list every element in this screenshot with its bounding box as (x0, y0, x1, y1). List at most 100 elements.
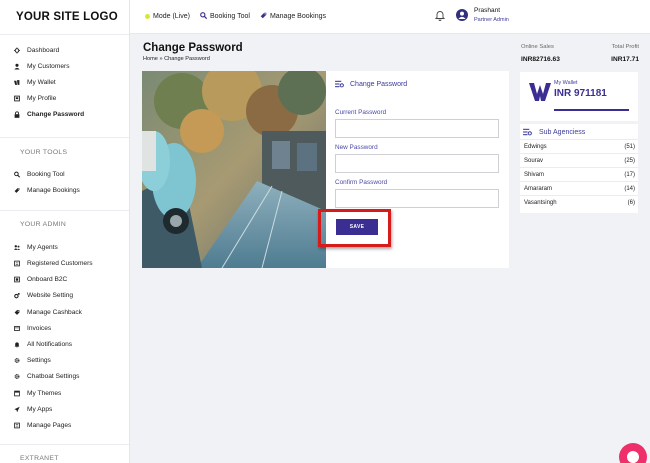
sidebar-item-label: My Themes (27, 389, 62, 397)
agency-count: (14) (624, 185, 635, 192)
list-item[interactable]: Edwings (51) (520, 139, 638, 153)
total-profit-value: INR17.71 (611, 56, 639, 63)
bell-icon (14, 342, 20, 348)
new-password-input[interactable] (335, 154, 499, 173)
sidebar-item-label: My Apps (27, 405, 53, 413)
confirm-password-label: Confirm Password (335, 179, 388, 186)
sidebar-item-my-customers[interactable]: My Customers (0, 58, 129, 74)
list-item[interactable]: Vasantsingh (6) (520, 195, 638, 209)
confirm-password-input[interactable] (335, 189, 499, 208)
agency-count: (51) (624, 143, 635, 150)
sub-agencies-title: Sub Agenciess (539, 128, 586, 136)
online-sales-label: Online Sales (521, 44, 554, 50)
agency-count: (25) (624, 157, 635, 164)
current-password-input[interactable] (335, 119, 499, 138)
tag-icon (14, 187, 20, 193)
users-icon (14, 244, 20, 250)
pages-icon (14, 422, 20, 429)
mode-label: Mode (Live) (153, 13, 190, 20)
list-settings-icon (523, 128, 532, 136)
sidebar-item-my-wallet[interactable]: My Wallet (0, 74, 129, 90)
sidebar-item-label: Chatboat Settings (27, 373, 80, 381)
live-status-dot (145, 14, 150, 19)
sidebar-item-label: Onboard B2C (27, 276, 68, 284)
sidebar-item-label: Registered Customers (27, 260, 93, 268)
registered-icon (14, 260, 20, 267)
wallet-label: My Wallet (554, 80, 578, 86)
sidebar-item-booking-tool[interactable]: Booking Tool (0, 166, 129, 182)
chat-icon (14, 374, 20, 380)
site-logo[interactable]: YOUR SITE LOGO (0, 0, 129, 34)
list-item[interactable]: Shivam (17) (520, 167, 638, 181)
list-item[interactable]: Amararam (14) (520, 181, 638, 195)
dashboard-icon (14, 47, 20, 54)
sidebar-item-registered-customers[interactable]: Registered Customers (0, 256, 129, 272)
user-name[interactable]: Prashant (474, 7, 500, 14)
user-role: Partner Admin (474, 17, 509, 23)
sidebar-item-label: Manage Cashback (27, 308, 82, 316)
onboard-icon (14, 276, 20, 283)
cashback-icon (14, 309, 20, 315)
agency-name: Edwings (524, 143, 547, 150)
user-icon (14, 63, 20, 70)
agency-count: (6) (627, 199, 635, 206)
new-password-label: New Password (335, 144, 378, 151)
sidebar-item-chatboat-settings[interactable]: Chatboat Settings (0, 369, 129, 385)
wallet-logo-icon (529, 83, 551, 103)
sidebar-item-label: My Wallet (27, 78, 56, 86)
sidebar-item-all-notifications[interactable]: All Notifications (0, 336, 129, 352)
sidebar-item-label: Manage Pages (27, 421, 72, 429)
section-title-admin: YOUR ADMIN (20, 221, 67, 229)
sidebar-item-invoices[interactable]: Invoices (0, 320, 129, 336)
wallet-card[interactable]: My Wallet INR 971181 (520, 72, 638, 121)
section-title-extranet: EXTRANET (20, 454, 59, 462)
agency-name: Amararam (524, 185, 553, 192)
themes-icon (14, 390, 20, 396)
wallet-underline (554, 109, 629, 111)
page-title: Change Password (143, 42, 243, 54)
sidebar-item-my-profile[interactable]: My Profile (0, 91, 129, 107)
sidebar-item-settings[interactable]: Settings (0, 353, 129, 369)
topbar-manage-bookings[interactable]: Manage Bookings (260, 12, 326, 21)
sidebar-item-my-agents[interactable]: My Agents (0, 239, 129, 255)
topbar-booking-tool[interactable]: Booking Tool (200, 12, 250, 21)
sidebar-item-onboard-b2c[interactable]: Onboard B2C (0, 272, 129, 288)
sidebar-item-manage-bookings[interactable]: Manage Bookings (0, 182, 129, 198)
list-item[interactable]: Sourav (25) (520, 153, 638, 167)
sidebar-item-manage-pages[interactable]: Manage Pages (0, 417, 129, 433)
sidebar-item-label: All Notifications (27, 341, 73, 349)
topbar-booking-tool-label: Booking Tool (209, 13, 250, 20)
sidebar-item-label: Manage Bookings (27, 186, 80, 194)
sidebar-item-my-apps[interactable]: My Apps (0, 401, 129, 417)
search-icon (200, 12, 208, 21)
tag-icon (260, 12, 267, 21)
user-avatar[interactable] (456, 9, 468, 21)
save-button[interactable]: SAVE (336, 219, 378, 235)
wallet-amount: INR 971181 (554, 88, 607, 99)
profile-icon (14, 95, 20, 102)
agency-name: Shivam (524, 171, 545, 178)
search-icon (14, 171, 20, 178)
sidebar-item-label: My Profile (27, 95, 57, 103)
sidebar-item-manage-cashback[interactable]: Manage Cashback (0, 304, 129, 320)
gear-icon (14, 358, 20, 364)
invoice-icon (14, 325, 20, 331)
notification-bell-icon[interactable] (434, 9, 446, 21)
agency-name: Vasantsingh (524, 199, 557, 206)
sidebar-item-my-themes[interactable]: My Themes (0, 385, 129, 401)
form-heading: Change Password (335, 80, 407, 88)
sidebar-item-change-password[interactable]: Change Password (0, 107, 129, 123)
sidebar-item-website-setting[interactable]: Website Setting (0, 288, 129, 304)
sidebar-item-label: Dashboard (27, 46, 60, 54)
mode-live-toggle[interactable]: Mode (Live) (145, 13, 190, 20)
sidebar-item-dashboard[interactable]: Dashboard (0, 42, 129, 58)
sidebar-item-label: Settings (27, 357, 51, 365)
sidebar-item-label: My Agents (27, 243, 58, 251)
topbar: Mode (Live) Booking Tool Manage Bookings (130, 0, 650, 34)
breadcrumb: Home » Change Password (143, 56, 210, 62)
sidebar-item-label: Website Setting (27, 292, 74, 300)
chat-fab-button[interactable] (619, 443, 647, 463)
agency-count: (17) (624, 171, 635, 178)
sidebar-item-label: My Customers (27, 62, 70, 70)
list-settings-icon (335, 80, 344, 88)
